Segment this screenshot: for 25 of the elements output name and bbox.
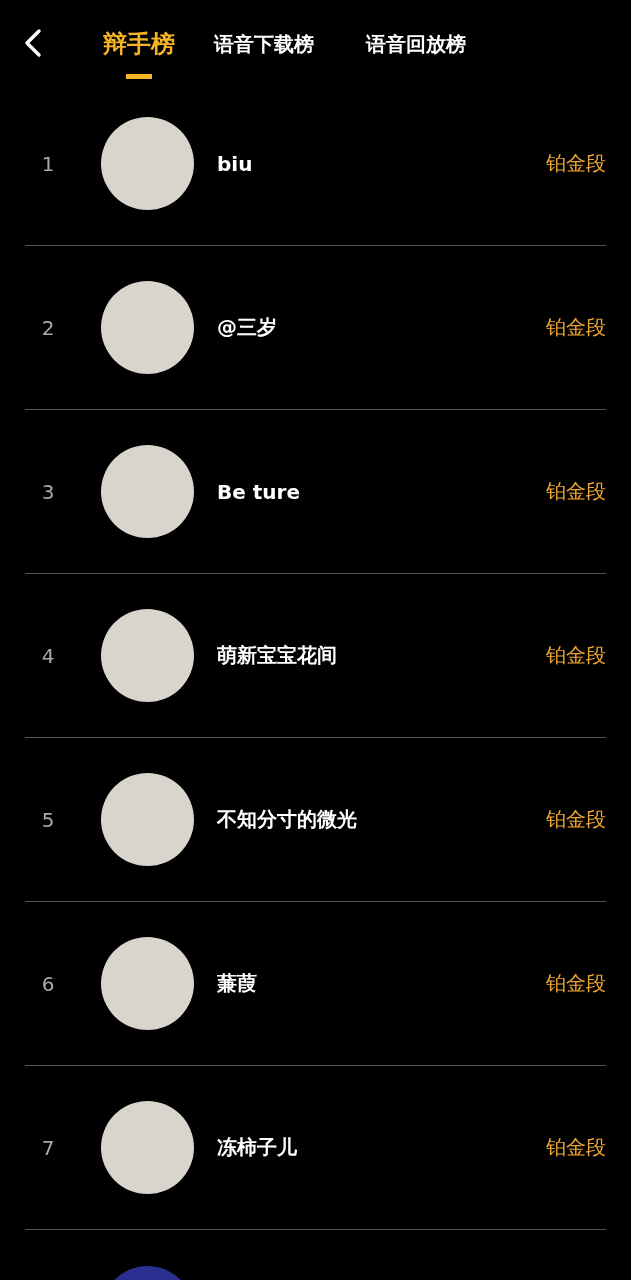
tab[interactable]: 语音下载榜 bbox=[214, 26, 314, 62]
tier-label: 铂金段 bbox=[546, 314, 606, 341]
tier-label: 铂金段 bbox=[546, 150, 606, 177]
user-name[interactable]: 冻柿子儿 bbox=[217, 1134, 546, 1161]
user-name[interactable]: Be ture bbox=[217, 479, 546, 504]
tier-label: 铂金段 bbox=[546, 806, 606, 833]
rank-number: 3 bbox=[40, 479, 56, 504]
rank-number: 6 bbox=[40, 971, 56, 996]
rank-number: 2 bbox=[40, 315, 56, 340]
user-name[interactable]: 萌新宝宝花间 bbox=[217, 642, 546, 669]
tier-label: 铂金段 bbox=[546, 1134, 606, 1161]
rank-number: 7 bbox=[40, 1135, 56, 1160]
tier-label: 铂金段 bbox=[546, 970, 606, 997]
user-name[interactable]: 蒹葭 bbox=[217, 970, 546, 997]
rank-number: 5 bbox=[40, 807, 56, 832]
tab[interactable]: 辩手榜 bbox=[103, 26, 175, 62]
rank-number: 4 bbox=[40, 643, 56, 668]
user-name[interactable]: 不知分寸的微光 bbox=[217, 806, 546, 833]
tier-label: 铂金段 bbox=[546, 642, 606, 669]
rank-number: 1 bbox=[40, 151, 56, 176]
tab-indicator bbox=[126, 74, 152, 79]
user-name[interactable]: @三岁 bbox=[217, 314, 546, 341]
user-name[interactable]: biu bbox=[217, 151, 546, 176]
tab[interactable]: 语音回放榜 bbox=[366, 26, 466, 62]
tier-label: 铂金段 bbox=[546, 478, 606, 505]
